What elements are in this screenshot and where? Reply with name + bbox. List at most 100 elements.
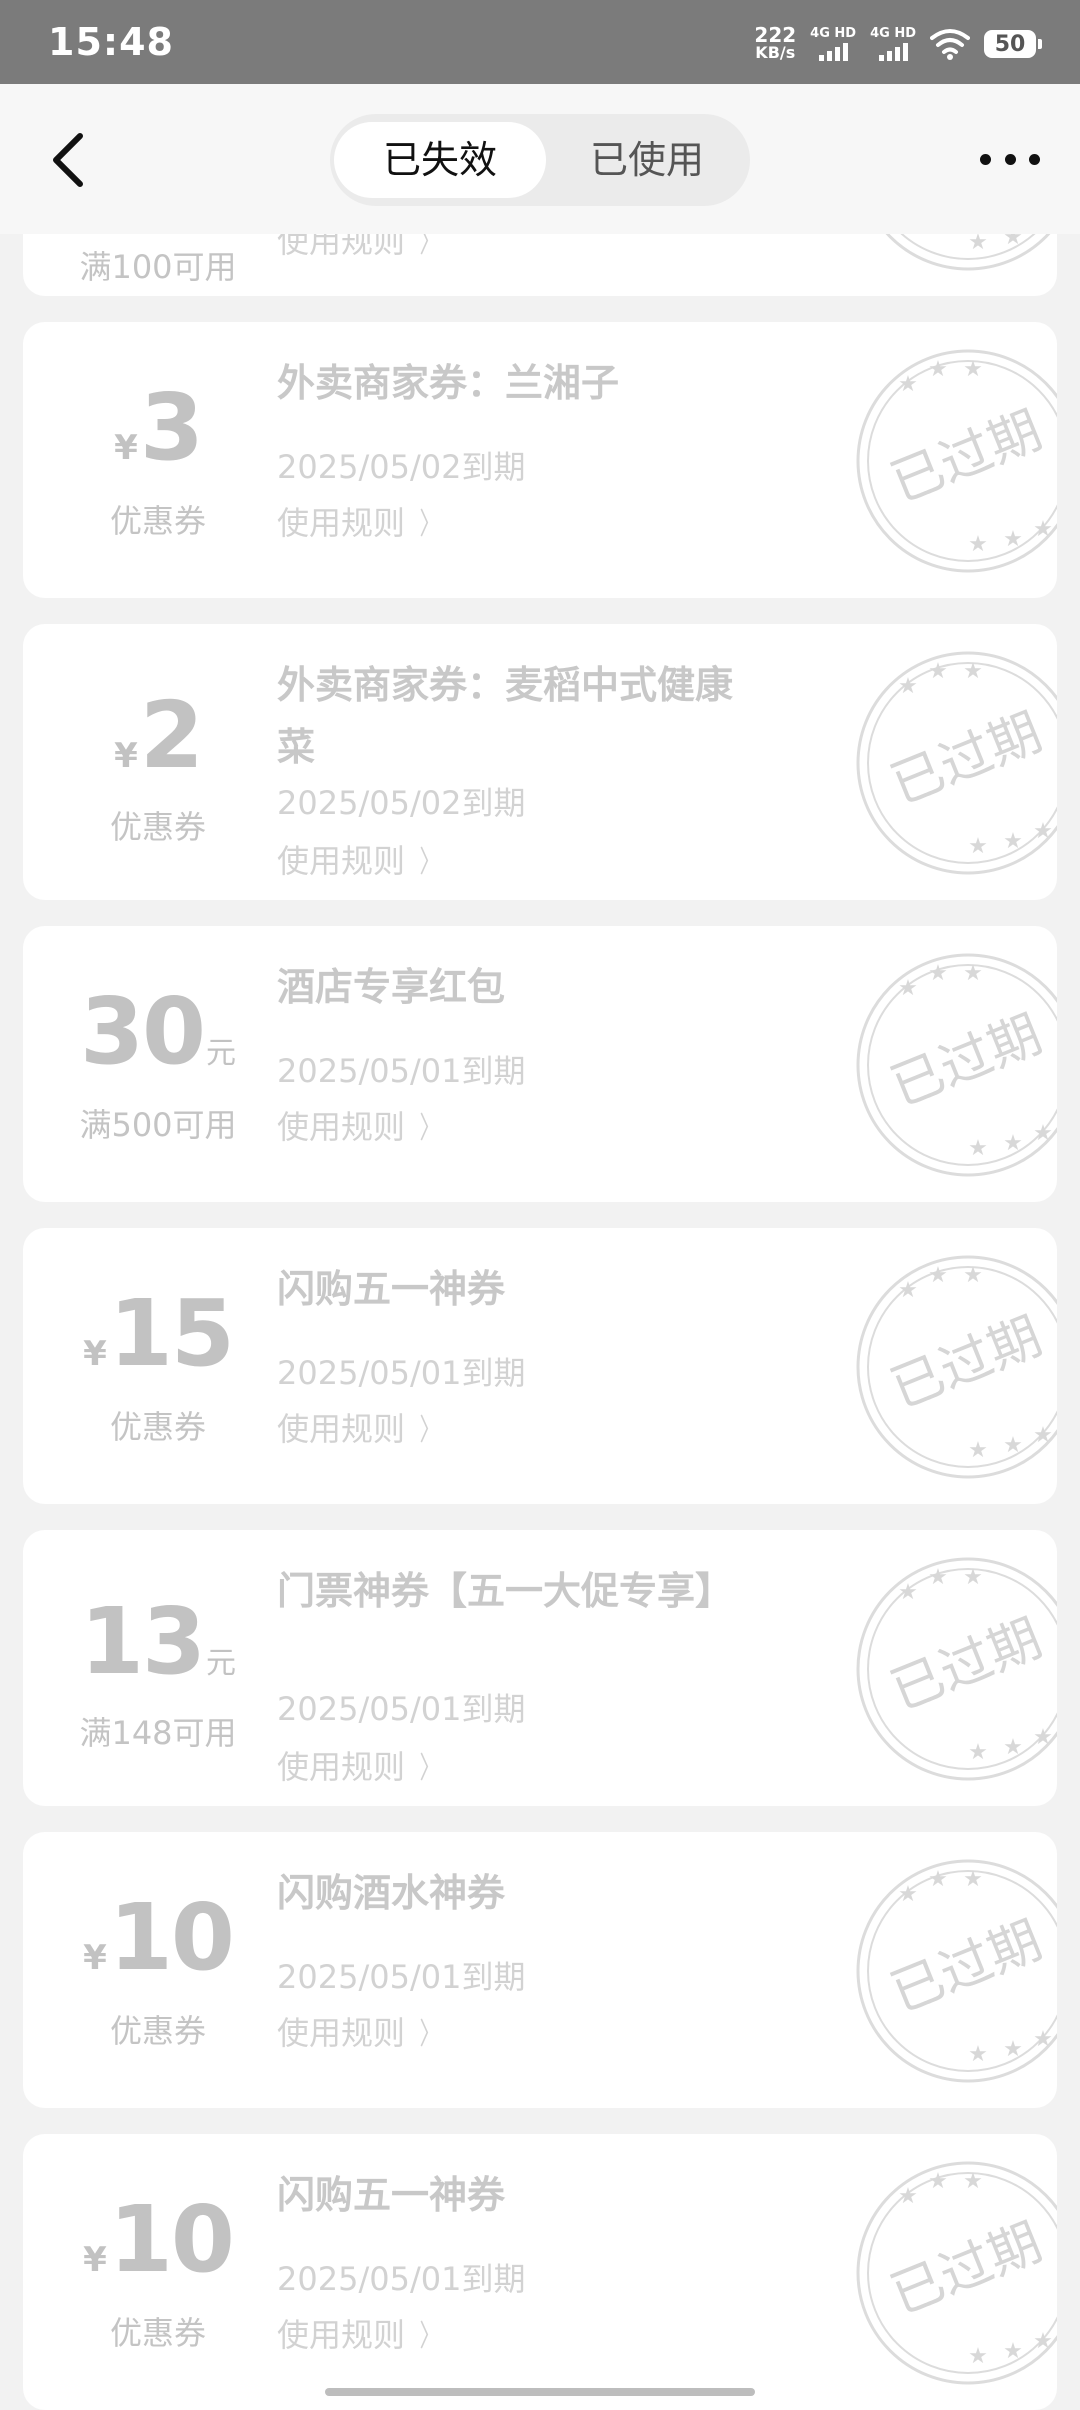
usage-rules-label: 使用规则 <box>277 1748 406 1786</box>
usage-rules-link[interactable]: 使用规则〉 <box>277 498 445 544</box>
expired-stamp-icon: ★ ★ ★ ★ ★ ★ 已过期 <box>856 651 1057 875</box>
stamp-text: 已过期 <box>883 1004 1050 1118</box>
chevron-right-icon: 〉 <box>419 1413 441 1448</box>
dot-icon <box>1004 153 1016 165</box>
coupon-card[interactable]: 13元 满148可用 门票神券【五一大促专享】 2025/05/01到期 使用规则〉 ★ ★… <box>23 1530 1057 1806</box>
coupon-title: 闪购酒水神券 <box>277 1871 506 1915</box>
usage-rules-label: 使用规则 <box>277 1108 406 1146</box>
usage-rules-link[interactable]: 使用规则〉 <box>277 1102 445 1148</box>
home-indicator[interactable] <box>325 2388 755 2396</box>
svg-text:★: ★ <box>898 976 918 1001</box>
svg-text:★: ★ <box>1033 2027 1053 2052</box>
coupon-card[interactable]: ¥15 优惠券 闪购五一神券 2025/05/01到期 使用规则〉 ★ ★ ★ ★ ★ ★ 已过期 <box>23 1228 1057 1504</box>
svg-text:★: ★ <box>1033 819 1053 844</box>
chevron-right-icon: 〉 <box>419 2017 441 2052</box>
usage-rules-link[interactable]: 使用规则〉 <box>277 2008 445 2054</box>
battery-icon: 50 <box>984 30 1042 58</box>
svg-text:★: ★ <box>968 1740 988 1765</box>
coupon-title: 门票神券【五一大促专享】 <box>277 1569 734 1613</box>
coupon-expiry-date: 2025/05/01到期 <box>277 1690 526 1728</box>
svg-text:★: ★ <box>928 357 948 382</box>
coupon-card[interactable]: ¥10 优惠券 闪购酒水神券 2025/05/01到期 使用规则〉 ★ ★ ★ ★ ★ ★ 已过期 <box>23 1832 1057 2108</box>
more-options-button[interactable] <box>980 144 1040 174</box>
svg-text:★: ★ <box>963 1867 983 1892</box>
coupon-amount-column: 30元满500可用 <box>23 926 293 1202</box>
amount-unit: 元 <box>206 1646 237 1681</box>
usage-rules-link[interactable]: 使用规则〉 <box>277 2310 445 2356</box>
coupon-condition: 优惠券 <box>109 1408 206 1446</box>
wifi-icon <box>930 29 970 60</box>
svg-text:★: ★ <box>1033 1725 1053 1750</box>
signal-sim1-icon: 4G HD <box>810 27 856 61</box>
expired-stamp-icon: ★ ★ ★ ★ ★ ★ 已过期 <box>856 1859 1057 2083</box>
svg-text:★: ★ <box>928 1867 948 1892</box>
svg-text:★: ★ <box>963 659 983 684</box>
coupon-amount-column: ¥10 优惠券 <box>23 1832 293 2108</box>
status-time: 15:48 <box>48 20 174 64</box>
tab-expired[interactable]: 已失效 <box>334 122 546 198</box>
coupon-card[interactable]: ¥3 优惠券 外卖商家券：兰湘子 2025/05/02到期 使用规则〉 ★ ★ ★ ★ ★ ★ 已过期 <box>23 322 1057 598</box>
coupon-amount: 30元 <box>23 978 293 1085</box>
svg-text:★: ★ <box>968 1438 988 1463</box>
coupon-condition: 优惠券 <box>109 2314 206 2352</box>
dot-icon <box>1029 153 1040 165</box>
coupon-amount-column: 13元满148可用 <box>23 1530 293 1806</box>
svg-text:★: ★ <box>898 1580 918 1605</box>
status-icons: 222 KB/s 4G HD 4G HD 50 <box>754 22 1042 66</box>
svg-text:★: ★ <box>1003 829 1023 854</box>
svg-text:★: ★ <box>968 834 988 859</box>
coupon-expiry-date: 2025/05/02到期 <box>277 448 526 486</box>
coupon-condition: 满500可用 <box>79 1106 237 1144</box>
coupon-card[interactable]: 30元 满500可用 酒店专享红包 2025/05/01到期 使用规则〉 ★ ★ ★ ★ ★ ★ 已过… <box>23 926 1057 1202</box>
svg-text:★: ★ <box>968 532 988 557</box>
expired-stamp-icon: ★ ★ ★ ★ ★ ★ 已过期 <box>856 349 1057 573</box>
svg-text:★: ★ <box>1033 517 1053 542</box>
currency-symbol: ¥ <box>114 428 138 468</box>
network-speed-unit: KB/s <box>755 43 796 62</box>
usage-rules-label: 使用规则 <box>277 842 406 880</box>
sim1-label: 4G HD <box>810 26 857 41</box>
chevron-left-icon <box>53 133 83 187</box>
currency-symbol: ¥ <box>114 736 138 776</box>
network-speed-value: 222 <box>754 23 797 47</box>
expired-stamp-icon: ★ ★ ★ ★ ★ ★ 已过期 <box>856 953 1057 1177</box>
expired-stamp-icon: ★ ★ ★ ★ ★ ★ 已过期 <box>856 1557 1057 1781</box>
network-speed: 222 KB/s <box>754 23 797 62</box>
chevron-right-icon: 〉 <box>419 507 441 542</box>
svg-text:★: ★ <box>968 2042 988 2067</box>
coupon-title: 外卖商家券：麦稻中式健康菜 <box>277 663 734 769</box>
stamp-text: 已过期 <box>883 2212 1050 2326</box>
coupon-condition: 满148可用 <box>79 1714 237 1752</box>
svg-text:★: ★ <box>898 372 918 397</box>
coupon-amount-column: ¥3 优惠券 <box>23 322 293 598</box>
back-button[interactable] <box>44 128 94 192</box>
coupon-card[interactable]: ¥2 优惠券 外卖商家券：麦稻中式健康菜 2025/05/02到期 使用规则〉 ★ ★ ★ ★ ★… <box>23 624 1057 900</box>
coupon-expiry-date: 2025/05/01到期 <box>277 1052 526 1090</box>
svg-text:★: ★ <box>963 357 983 382</box>
currency-symbol: ¥ <box>83 2240 107 2280</box>
coupon-condition: 优惠券 <box>109 808 206 846</box>
stamp-text: 已过期 <box>883 702 1050 816</box>
svg-text:★: ★ <box>1003 2339 1023 2364</box>
chevron-right-icon: 〉 <box>419 845 441 880</box>
svg-text:★: ★ <box>963 1263 983 1288</box>
coupon-expiry-date: 2025/05/02到期 <box>277 784 526 822</box>
chevron-right-icon: 〉 <box>419 2319 441 2354</box>
usage-rules-link[interactable]: 使用规则〉 <box>277 1742 445 1788</box>
coupon-amount-column: ¥2 优惠券 <box>23 624 293 900</box>
amount-value: 13 <box>79 1588 206 1695</box>
svg-text:★: ★ <box>1033 1121 1053 1146</box>
tab-used[interactable]: 已使用 <box>548 122 746 198</box>
stamp-text: 已过期 <box>883 1608 1050 1722</box>
usage-rules-link[interactable]: 使用规则〉 <box>277 836 445 882</box>
currency-symbol: ¥ <box>83 1334 107 1374</box>
stamp-text: 已过期 <box>883 1306 1050 1420</box>
svg-text:★: ★ <box>963 1565 983 1590</box>
usage-rules-link[interactable]: 使用规则〉 <box>277 1404 445 1450</box>
usage-rules-label: 使用规则 <box>277 2316 406 2354</box>
svg-text:★: ★ <box>1003 1735 1023 1760</box>
amount-value: 3 <box>139 374 204 481</box>
coupon-title: 闪购五一神券 <box>277 1267 506 1311</box>
svg-text:★: ★ <box>898 1882 918 1907</box>
coupon-card[interactable]: ¥10 优惠券 闪购五一神券 2025/05/01到期 使用规则〉 ★ ★ ★ ★ ★ ★ 已过期 <box>23 2134 1057 2410</box>
